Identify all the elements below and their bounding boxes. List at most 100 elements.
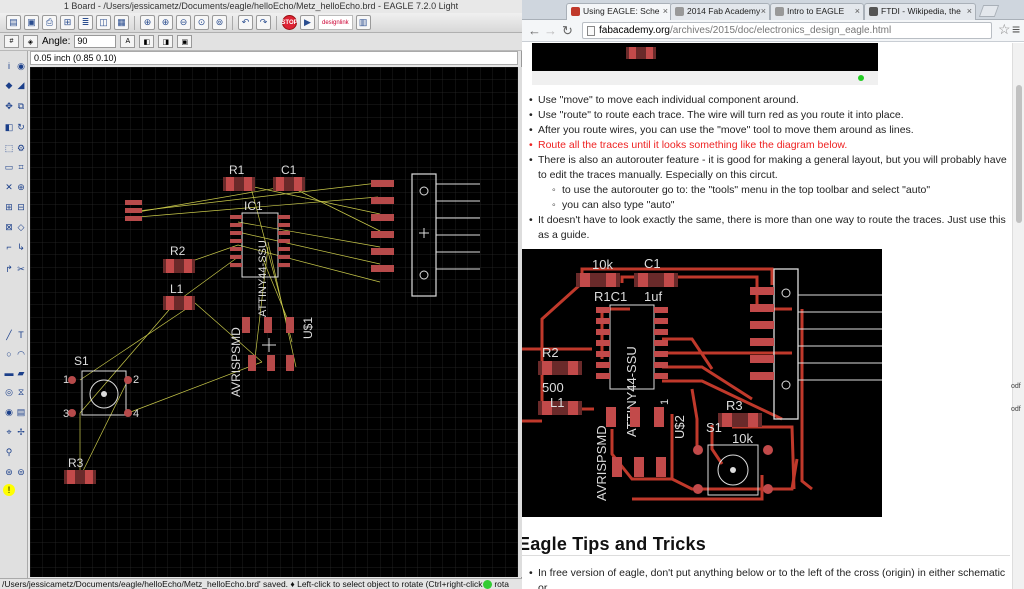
tab-label: Intro to EAGLE — [787, 6, 845, 16]
change-icon[interactable]: ⚙ — [15, 142, 27, 154]
split-icon[interactable]: ⌐ — [3, 241, 15, 253]
optimize-icon[interactable]: ↳ — [15, 241, 27, 253]
new-tab-button[interactable] — [978, 5, 1000, 17]
route-icon[interactable]: ↱ — [3, 263, 15, 275]
text-icon[interactable]: T — [15, 329, 27, 341]
tab-ftdi-wikipedia[interactable]: FTDI - Wikipedia, the × — [864, 3, 976, 20]
zoom-in-icon[interactable]: ⊕ — [158, 15, 173, 30]
bookmark-star-icon[interactable]: ☆ — [998, 21, 1011, 38]
group-icon[interactable]: ⬚ — [3, 142, 15, 154]
c1-part[interactable] — [273, 177, 305, 191]
polygon-icon[interactable]: ▰ — [15, 367, 27, 379]
paste-icon[interactable]: ▭ — [3, 161, 15, 173]
menu-icon[interactable]: ≡ — [1012, 21, 1020, 37]
forward-icon[interactable]: → — [544, 22, 557, 40]
mark-icon[interactable]: ◢ — [15, 79, 27, 91]
back-icon[interactable]: ← — [528, 22, 541, 40]
ic1-part-label: ATTINY44-SSU — [257, 240, 269, 317]
r1-part[interactable] — [223, 177, 255, 191]
circle-icon[interactable]: ○ — [3, 348, 15, 360]
via-icon[interactable]: ◎ — [3, 386, 15, 398]
list-item: In free version of eagle, don't put anyt… — [522, 566, 1010, 589]
close-icon[interactable]: × — [761, 4, 766, 19]
browser-window: Using EAGLE: Sche × 2014 Fab Academy × I… — [522, 0, 1024, 589]
hole-icon[interactable]: ◉ — [3, 406, 15, 418]
c1-label: C1 — [281, 163, 297, 177]
rect-icon[interactable]: ▬ — [3, 367, 15, 379]
pcb-quote-icon[interactable]: ▥ — [355, 15, 371, 30]
ripup-icon[interactable]: ✂ — [15, 263, 27, 275]
lock-icon[interactable]: ⊠ — [3, 221, 15, 233]
cam-icon[interactable]: ⊞ — [60, 15, 75, 30]
zoom-redraw-icon[interactable]: ⊙ — [194, 15, 209, 30]
angle-field[interactable]: 90 — [74, 35, 117, 48]
url-bar[interactable]: fabacademy.org/archives/2015/doc/electro… — [582, 22, 992, 39]
name-icon[interactable]: ⌗ — [15, 161, 27, 173]
erc-icon[interactable]: ⊛ — [3, 466, 15, 478]
show-icon[interactable]: ◉ — [15, 60, 27, 72]
l1-part[interactable] — [163, 296, 195, 310]
tab-intro-eagle[interactable]: Intro to EAGLE × — [770, 3, 864, 20]
run-icon[interactable]: ▦ — [114, 15, 129, 30]
open-icon[interactable]: ▤ — [6, 15, 21, 30]
flip-icon[interactable]: ▣ — [177, 35, 193, 48]
drc-icon[interactable]: ⊜ — [15, 466, 27, 478]
tab-favicon — [675, 7, 684, 16]
r2-part[interactable] — [163, 259, 195, 273]
designlink-logo[interactable]: designlink — [318, 15, 353, 30]
header-pads — [750, 287, 774, 380]
page-scrollbar[interactable] — [1012, 43, 1024, 589]
ftdi-header — [773, 268, 882, 420]
board-canvas[interactable]: R1 C1 IC1 ATTINY44-SSU R2 L1 AVRISPSMD U… — [30, 67, 518, 577]
print-icon[interactable]: ⎙ — [42, 15, 57, 30]
zoom-fit-icon[interactable]: ⊕ — [140, 15, 155, 30]
smash-icon[interactable]: ⊟ — [15, 201, 27, 213]
dimension-icon[interactable]: ⌖ — [3, 426, 15, 438]
go-icon[interactable]: ▶ — [300, 15, 315, 30]
attribute-icon[interactable]: ▤ — [15, 406, 27, 418]
ratsnest-icon[interactable]: ✢ — [15, 426, 27, 438]
navigation-bar: ← → ↻ fabacademy.org/archives/2015/doc/e… — [522, 20, 1024, 42]
board-grid — [30, 67, 518, 577]
tab-fab-academy-2014[interactable]: 2014 Fab Academy × — [670, 3, 770, 20]
miter-icon[interactable]: ◇ — [15, 221, 27, 233]
undo-icon[interactable]: ↶ — [238, 15, 253, 30]
wire-icon[interactable]: ╱ — [3, 329, 15, 341]
tab-favicon — [571, 7, 580, 16]
info-icon[interactable]: i — [3, 60, 15, 72]
mirror-tool-icon[interactable]: ◧ — [3, 121, 15, 133]
close-icon[interactable]: × — [663, 4, 668, 19]
layer-icon[interactable]: ◈ — [23, 35, 38, 48]
r3-part[interactable] — [64, 470, 96, 484]
reload-icon[interactable]: ↻ — [562, 22, 573, 40]
grid-icon[interactable]: # — [4, 35, 19, 48]
errors-icon[interactable]: ! — [3, 484, 15, 496]
scrollbar-thumb[interactable] — [1016, 85, 1022, 223]
save-icon[interactable]: ▣ — [24, 15, 39, 30]
zoom-select-icon[interactable]: ⊚ — [212, 15, 227, 30]
redo-icon[interactable]: ↷ — [256, 15, 271, 30]
divider — [276, 15, 277, 30]
mirror-icon[interactable]: A — [120, 35, 136, 48]
rotate-tool-icon[interactable]: ↻ — [15, 121, 27, 133]
close-icon[interactable]: × — [855, 4, 860, 19]
tab-using-eagle[interactable]: Using EAGLE: Sche × — [566, 3, 672, 20]
display-icon[interactable]: ◆ — [3, 79, 15, 91]
script-icon[interactable]: ◫ — [96, 15, 111, 30]
r3-label: R3 — [726, 398, 743, 413]
signal-icon[interactable]: ⧖ — [15, 386, 27, 398]
spin-icon[interactable]: ◧ — [139, 35, 155, 48]
auto-icon[interactable]: ⚲ — [3, 446, 15, 458]
zoom-out-icon[interactable]: ⊖ — [176, 15, 191, 30]
arc-icon[interactable]: ◠ — [15, 348, 27, 360]
list-item: Use "route" to route each trace. The wir… — [522, 108, 1010, 123]
value-icon[interactable]: ⊞ — [3, 201, 15, 213]
schematic-icon[interactable]: ≣ — [78, 15, 93, 30]
add-icon[interactable]: ⊕ — [15, 181, 27, 193]
move-icon[interactable]: ✥ — [3, 100, 15, 112]
stop-icon[interactable]: STOP — [281, 15, 298, 30]
copy-icon[interactable]: ⧉ — [15, 100, 27, 112]
close-icon[interactable]: × — [967, 4, 972, 19]
rotate-icon[interactable]: ◨ — [158, 35, 174, 48]
delete-icon[interactable]: ✕ — [3, 181, 15, 193]
